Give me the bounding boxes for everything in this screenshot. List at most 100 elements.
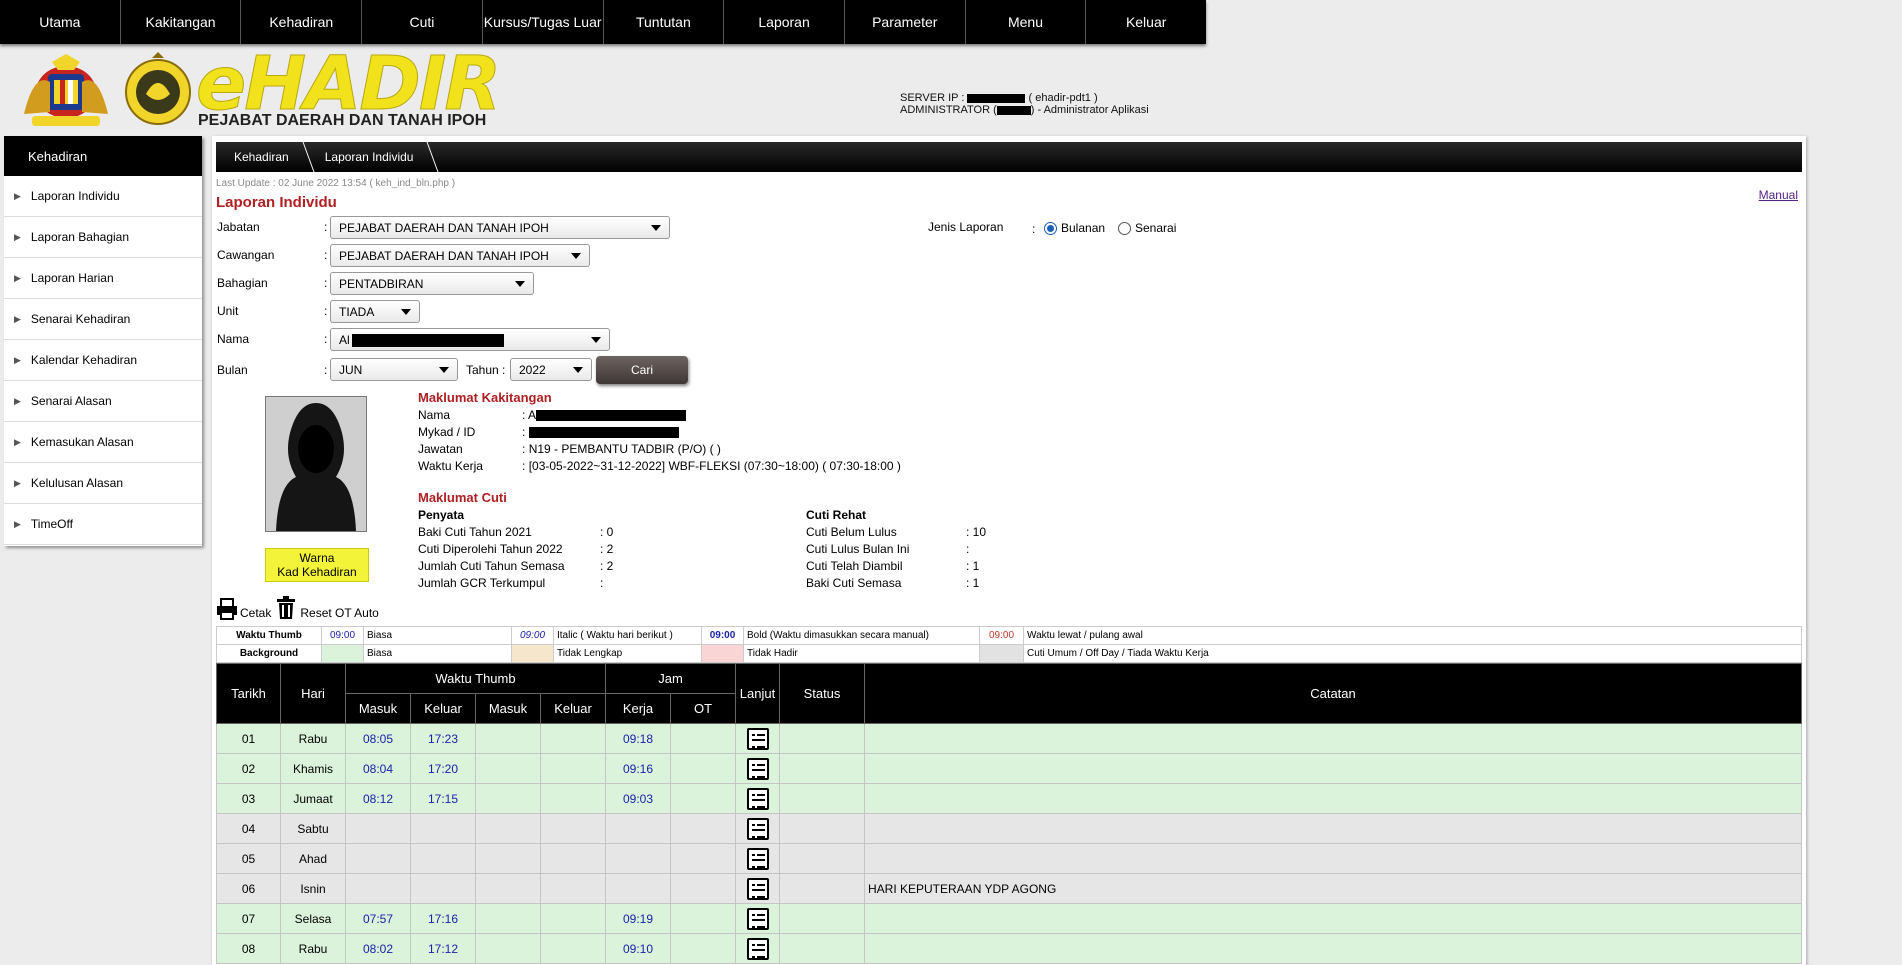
top-navigation: Utama Kakitangan Kehadiran Cuti Kursus/T… (0, 0, 1206, 44)
lanjut-cell (735, 723, 780, 754)
nav-cuti[interactable]: Cuti (362, 0, 483, 44)
rehat-row: Baki Cuti Semasa: 1 (806, 576, 980, 590)
cell-hari: Ahad (280, 843, 346, 874)
nama-select[interactable]: Al (330, 328, 610, 351)
detail-list-icon[interactable] (746, 937, 769, 960)
cari-button[interactable]: Cari (596, 356, 688, 384)
cawangan-select[interactable]: PEJABAT DAERAH DAN TANAH IPOH (330, 244, 590, 267)
cell-catatan: HARI KEPUTERAAN YDP AGONG (864, 873, 1802, 904)
nav-kursus[interactable]: Kursus/Tugas Luar (483, 0, 604, 44)
cell-catatan (864, 843, 1802, 874)
detail-list-icon[interactable] (746, 727, 769, 750)
sidebar-item-kemasukan-alasan[interactable]: ▶ Kemasukan Alasan (4, 422, 202, 463)
radio-bulanan[interactable]: Bulanan (1044, 221, 1105, 236)
server-info: SERVER IP : ( ehadir-pdt1 ) ADMINISTRATO… (900, 92, 1149, 116)
breadcrumb: Kehadiran Laporan Individu (216, 142, 1802, 172)
nav-utama[interactable]: Utama (0, 0, 121, 44)
radio-checked-icon[interactable] (1044, 222, 1057, 236)
warna-kad-button[interactable]: Warna Kad Kehadiran (265, 548, 369, 582)
penyata-row: Cuti Diperolehi Tahun 2022: 2 (418, 542, 614, 556)
cell-masuk: 07:57 (345, 903, 411, 934)
cell-ot (670, 753, 736, 784)
radio-senarai[interactable]: Senarai (1118, 221, 1176, 236)
cell-kerja (605, 873, 671, 904)
sidebar-item-senarai-kehadiran[interactable]: ▶ Senarai Kehadiran (4, 299, 202, 340)
cell-ot (670, 873, 736, 904)
chevron-right-icon: ▶ (14, 436, 21, 447)
table-row: 03 Jumaat 08:12 17:15 09:03 (216, 783, 1802, 814)
tahun-label: Tahun : (466, 363, 506, 377)
radio-unchecked-icon[interactable] (1118, 222, 1131, 236)
table-row: 07 Selasa 07:57 17:16 09:19 (216, 903, 1802, 934)
breadcrumb-laporan-individu[interactable]: Laporan Individu (307, 142, 432, 172)
sidebar-item-senarai-alasan[interactable]: ▶ Senarai Alasan (4, 381, 202, 422)
bahagian-label: Bahagian (217, 276, 268, 290)
detail-list-icon[interactable] (746, 907, 769, 930)
sidebar-item-timeoff[interactable]: ▶ TimeOff (4, 504, 202, 545)
trash-icon[interactable] (275, 596, 297, 620)
detail-list-icon[interactable] (746, 877, 769, 900)
cell-keluar2 (540, 813, 606, 844)
bahagian-select[interactable]: PENTADBIRAN (330, 272, 534, 295)
penyata-row: Jumlah GCR Terkumpul: (418, 576, 604, 590)
unit-select[interactable]: TIADA (330, 300, 420, 323)
nama-label: Nama (217, 332, 250, 346)
cell-masuk2 (475, 783, 541, 814)
sidebar-item-laporan-bahagian[interactable]: ▶ Laporan Bahagian (4, 217, 202, 258)
bulan-select[interactable]: JUN (330, 358, 458, 381)
nav-kehadiran[interactable]: Kehadiran (241, 0, 363, 44)
cell-masuk: 08:04 (345, 753, 411, 784)
lanjut-cell (735, 873, 780, 904)
sidebar-item-laporan-harian[interactable]: ▶ Laporan Harian (4, 258, 202, 299)
cell-catatan (864, 723, 1802, 754)
legend-table: Waktu Thumb 09:00 Biasa 09:00 Italic ( W… (216, 626, 1802, 663)
chevron-right-icon: ▶ (14, 272, 21, 283)
nav-tuntutan[interactable]: Tuntutan (604, 0, 725, 44)
cell-keluar2 (540, 933, 606, 964)
detail-list-icon[interactable] (746, 787, 769, 810)
detail-list-icon[interactable] (746, 817, 769, 840)
sidebar-title: Kehadiran (4, 136, 202, 176)
table-row: 08 Rabu 08:02 17:12 09:10 (216, 933, 1802, 964)
jabatan-select[interactable]: PEJABAT DAERAH DAN TANAH IPOH (330, 216, 670, 239)
coat-of-arms-icon (24, 54, 108, 126)
cell-tarikh: 07 (216, 903, 281, 934)
redacted-block (351, 334, 504, 348)
detail-list-icon[interactable] (746, 847, 769, 870)
cell-masuk2 (475, 873, 541, 904)
rehat-row: Cuti Belum Lulus: 10 (806, 525, 987, 539)
redacted-block (528, 427, 679, 439)
cell-tarikh: 06 (216, 873, 281, 904)
manual-link[interactable]: Manual (1759, 188, 1798, 202)
tahun-select[interactable]: 2022 (510, 358, 592, 381)
cell-kerja (605, 843, 671, 874)
nav-parameter[interactable]: Parameter (845, 0, 966, 44)
reset-ot-button[interactable]: Reset OT Auto (300, 606, 379, 620)
breadcrumb-kehadiran[interactable]: Kehadiran (216, 142, 307, 172)
nav-kakitangan[interactable]: Kakitangan (121, 0, 242, 44)
cell-status (779, 783, 865, 814)
cell-hari: Rabu (280, 723, 346, 754)
redacted-block (536, 410, 687, 422)
sidebar-item-laporan-individu[interactable]: ▶ Laporan Individu (4, 176, 202, 217)
cetak-button[interactable]: Cetak (240, 606, 271, 620)
cell-keluar2 (540, 873, 606, 904)
sidebar-item-kalendar-kehadiran[interactable]: ▶ Kalendar Kehadiran (4, 340, 202, 381)
nav-menu[interactable]: Menu (966, 0, 1087, 44)
table-row: 06 Isnin HARI KEPUTERAAN YDP AGONG (216, 873, 1802, 904)
penyata-row: Jumlah Cuti Tahun Semasa: 2 (418, 559, 614, 573)
cell-masuk2 (475, 813, 541, 844)
cell-status (779, 933, 865, 964)
jabatan-label: Jabatan (217, 220, 260, 234)
nav-laporan[interactable]: Laporan (724, 0, 845, 44)
sidebar-item-kelulusan-alasan[interactable]: ▶ Kelulusan Alasan (4, 463, 202, 504)
printer-icon[interactable] (216, 598, 238, 620)
cell-keluar2 (540, 783, 606, 814)
chevron-down-icon (651, 225, 661, 231)
person-photo-icon (266, 397, 366, 531)
nav-keluar[interactable]: Keluar (1086, 0, 1206, 44)
detail-list-icon[interactable] (746, 757, 769, 780)
table-row: 01 Rabu 08:05 17:23 09:18 (216, 723, 1802, 754)
chevron-right-icon: ▶ (14, 395, 21, 406)
cell-status (779, 903, 865, 934)
